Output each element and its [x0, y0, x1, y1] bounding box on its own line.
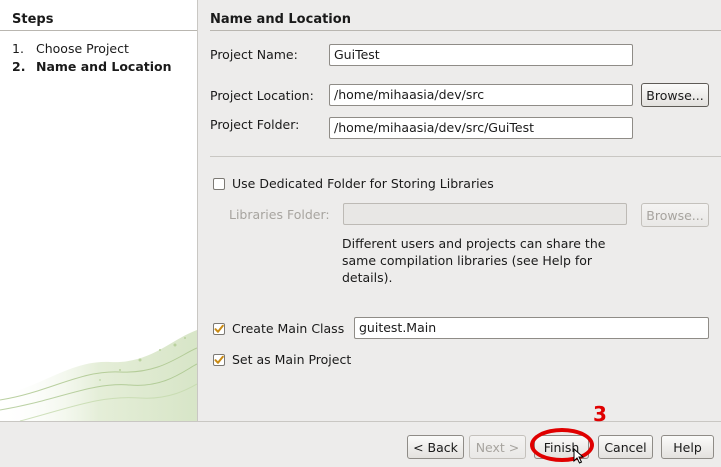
section-divider: [210, 30, 721, 31]
libraries-browse-button[interactable]: Browse...: [641, 203, 709, 227]
set-main-project-checkbox[interactable]: [213, 354, 225, 366]
project-location-label: Project Location:: [210, 88, 314, 103]
project-location-input[interactable]: /home/mihaasia/dev/src: [329, 84, 633, 106]
step-choose-project: 1. Choose Project: [12, 41, 129, 56]
dedicated-folder-label: Use Dedicated Folder for Storing Librari…: [232, 176, 494, 191]
steps-title: Steps: [12, 12, 54, 27]
decorative-wave-graphic: [0, 330, 197, 421]
form-separator: [210, 156, 721, 157]
project-folder-input[interactable]: /home/mihaasia/dev/src/GuiTest: [329, 117, 633, 139]
libraries-folder-label: Libraries Folder:: [229, 207, 330, 222]
dedicated-folder-checkbox[interactable]: [213, 178, 225, 190]
project-folder-label: Project Folder:: [210, 117, 300, 132]
libraries-folder-input[interactable]: [343, 203, 627, 225]
annotation-step-number: 3: [593, 402, 607, 426]
steps-panel: Steps 1. Choose Project 2. Name and Locati…: [0, 0, 198, 421]
back-button[interactable]: < Back: [407, 435, 464, 459]
checkmark-icon: [214, 355, 224, 364]
section-title: Name and Location: [210, 12, 351, 27]
step-label: Choose Project: [36, 41, 129, 56]
steps-divider: [0, 30, 197, 31]
project-name-input[interactable]: GuiTest: [329, 44, 633, 66]
step-number: 1.: [12, 41, 24, 56]
libraries-description: Different users and projects can share t…: [342, 236, 606, 285]
help-button[interactable]: Help: [661, 435, 714, 459]
project-name-label: Project Name:: [210, 47, 298, 62]
browse-location-button[interactable]: Browse...: [641, 83, 709, 107]
cancel-button[interactable]: Cancel: [598, 435, 653, 459]
checkmark-icon: [214, 324, 224, 333]
bottom-divider: [0, 421, 721, 422]
mouse-pointer-icon: [573, 448, 585, 464]
set-main-project-label: Set as Main Project: [232, 352, 352, 367]
step-label: Name and Location: [36, 59, 172, 74]
create-main-class-checkbox[interactable]: [213, 323, 225, 335]
step-number: 2.: [12, 59, 26, 74]
create-main-class-label: Create Main Class: [232, 321, 345, 336]
main-class-input[interactable]: guitest.Main: [354, 317, 709, 339]
step-name-and-location: 2. Name and Location: [12, 59, 172, 74]
next-button[interactable]: Next >: [469, 435, 526, 459]
